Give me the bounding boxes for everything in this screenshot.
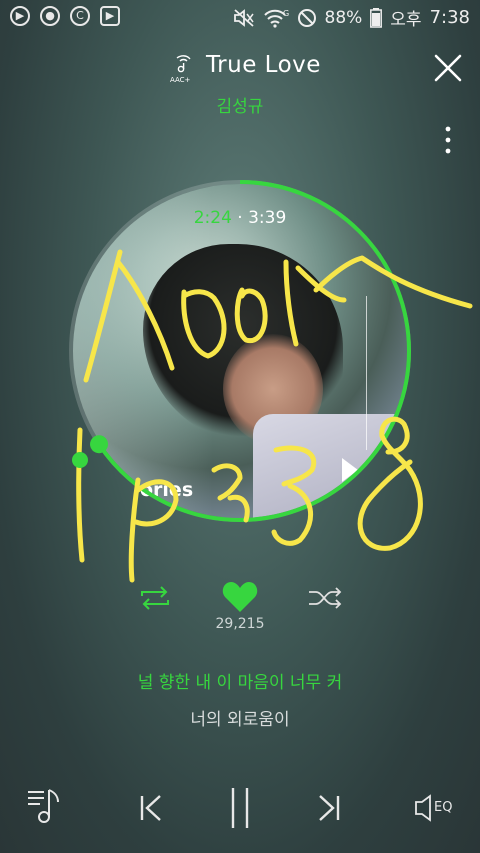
playlist-icon[interactable]	[26, 786, 70, 826]
lyric-current-line[interactable]: 널 향한 내 이 마음이 너무 커	[0, 668, 480, 693]
copyright-icon: C	[70, 6, 90, 26]
repeat-button[interactable]	[136, 584, 174, 612]
wifi-icon: G	[263, 9, 289, 28]
pause-button[interactable]	[222, 786, 258, 830]
notification-icon: ●	[40, 6, 60, 26]
aac-codec-icon: AAC+	[170, 55, 191, 84]
close-button[interactable]	[430, 50, 466, 86]
clock-time: 7:38	[429, 7, 470, 28]
youtube-icon: ▶	[100, 6, 120, 26]
song-title: True Love	[206, 52, 321, 78]
codec-label: AAC+	[170, 76, 191, 84]
status-right: G 88% 오후 7:38	[233, 5, 470, 30]
like-count: 29,215	[215, 616, 265, 632]
status-bar: ▶ ● C ▶ G 88% 오후 7:38	[0, 0, 480, 34]
battery-percent: 88%	[324, 7, 363, 28]
status-left-icons: ▶ ● C ▶	[10, 6, 120, 26]
artist-name[interactable]: 김성규	[0, 92, 480, 117]
blocked-icon	[297, 8, 316, 27]
battery-icon	[370, 7, 383, 28]
next-track-button[interactable]	[310, 790, 346, 826]
play-icon: ▶	[10, 6, 30, 26]
previous-track-button[interactable]	[134, 790, 170, 826]
more-options-icon[interactable]	[436, 124, 460, 156]
like-heart-button[interactable]	[221, 580, 259, 614]
shuffle-button[interactable]	[306, 584, 344, 612]
network-type: G	[283, 9, 289, 18]
clock-ampm: 오후	[390, 10, 422, 30]
mute-icon	[233, 8, 254, 27]
lyric-next-line[interactable]: 너의 외로움이	[0, 705, 480, 730]
current-time: 2:24	[193, 208, 232, 228]
equalizer-label: EQ	[434, 800, 453, 815]
total-time: 3:39	[248, 208, 287, 228]
time-display: 2:24 · 3:39	[0, 208, 480, 228]
progress-ring[interactable]	[67, 178, 413, 524]
progress-knob[interactable]	[90, 435, 109, 454]
time-separator: ·	[237, 208, 243, 228]
